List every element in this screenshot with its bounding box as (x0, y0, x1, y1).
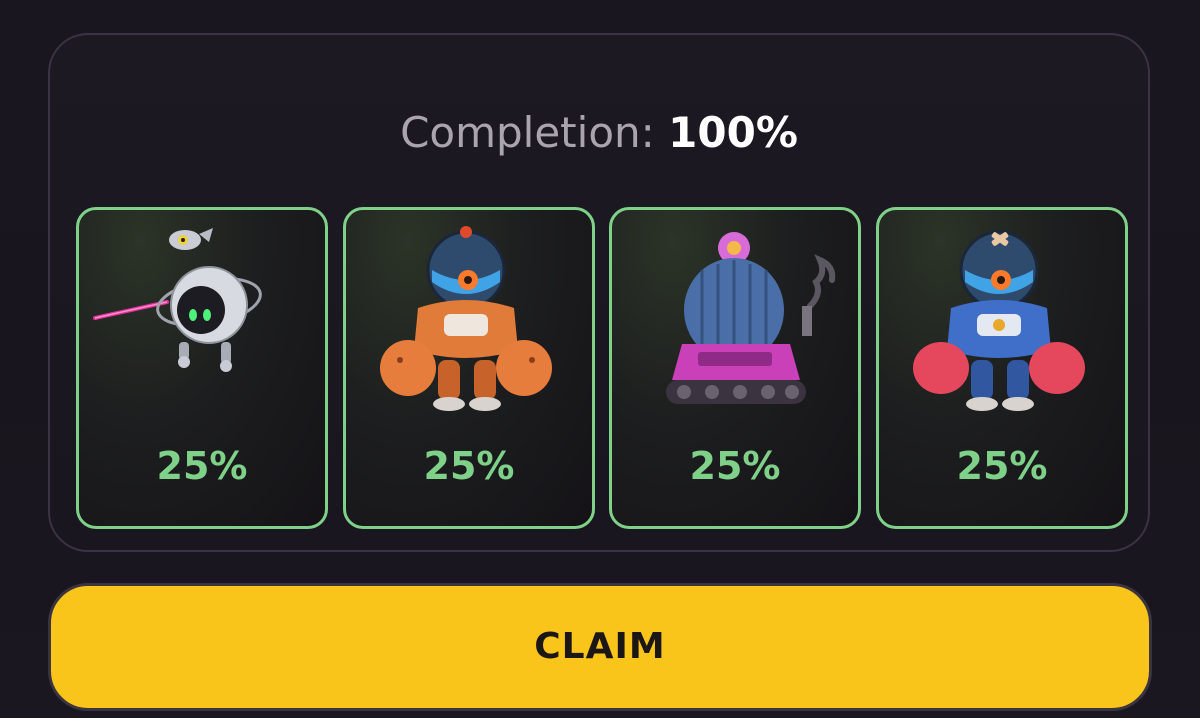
completion-label: Completion: (400, 108, 655, 157)
robot-card-2[interactable]: 25% (343, 207, 595, 529)
card-percent: 25% (689, 444, 781, 488)
card-percent: 25% (956, 444, 1048, 488)
orbital-drone-robot-icon (93, 228, 262, 372)
orange-mech-robot-icon (380, 226, 552, 411)
card-percent: 25% (156, 444, 248, 488)
claim-button[interactable]: CLAIM (48, 583, 1152, 711)
completion-heading: Completion: 100% (50, 107, 1148, 159)
blue-mech-robot-icon (913, 230, 1085, 411)
robot-card-list: 25% 25% 25% 25% (76, 207, 1130, 529)
card-percent: 25% (423, 444, 515, 488)
robot-card-4[interactable]: 25% (876, 207, 1128, 529)
completion-value: 100% (668, 108, 798, 157)
cactus-tank-robot-icon (666, 232, 836, 404)
robot-card-1[interactable]: 25% (76, 207, 328, 529)
robot-card-3[interactable]: 25% (609, 207, 861, 529)
completion-panel: Completion: 100% 25% 25% 25% 25% (48, 33, 1150, 552)
